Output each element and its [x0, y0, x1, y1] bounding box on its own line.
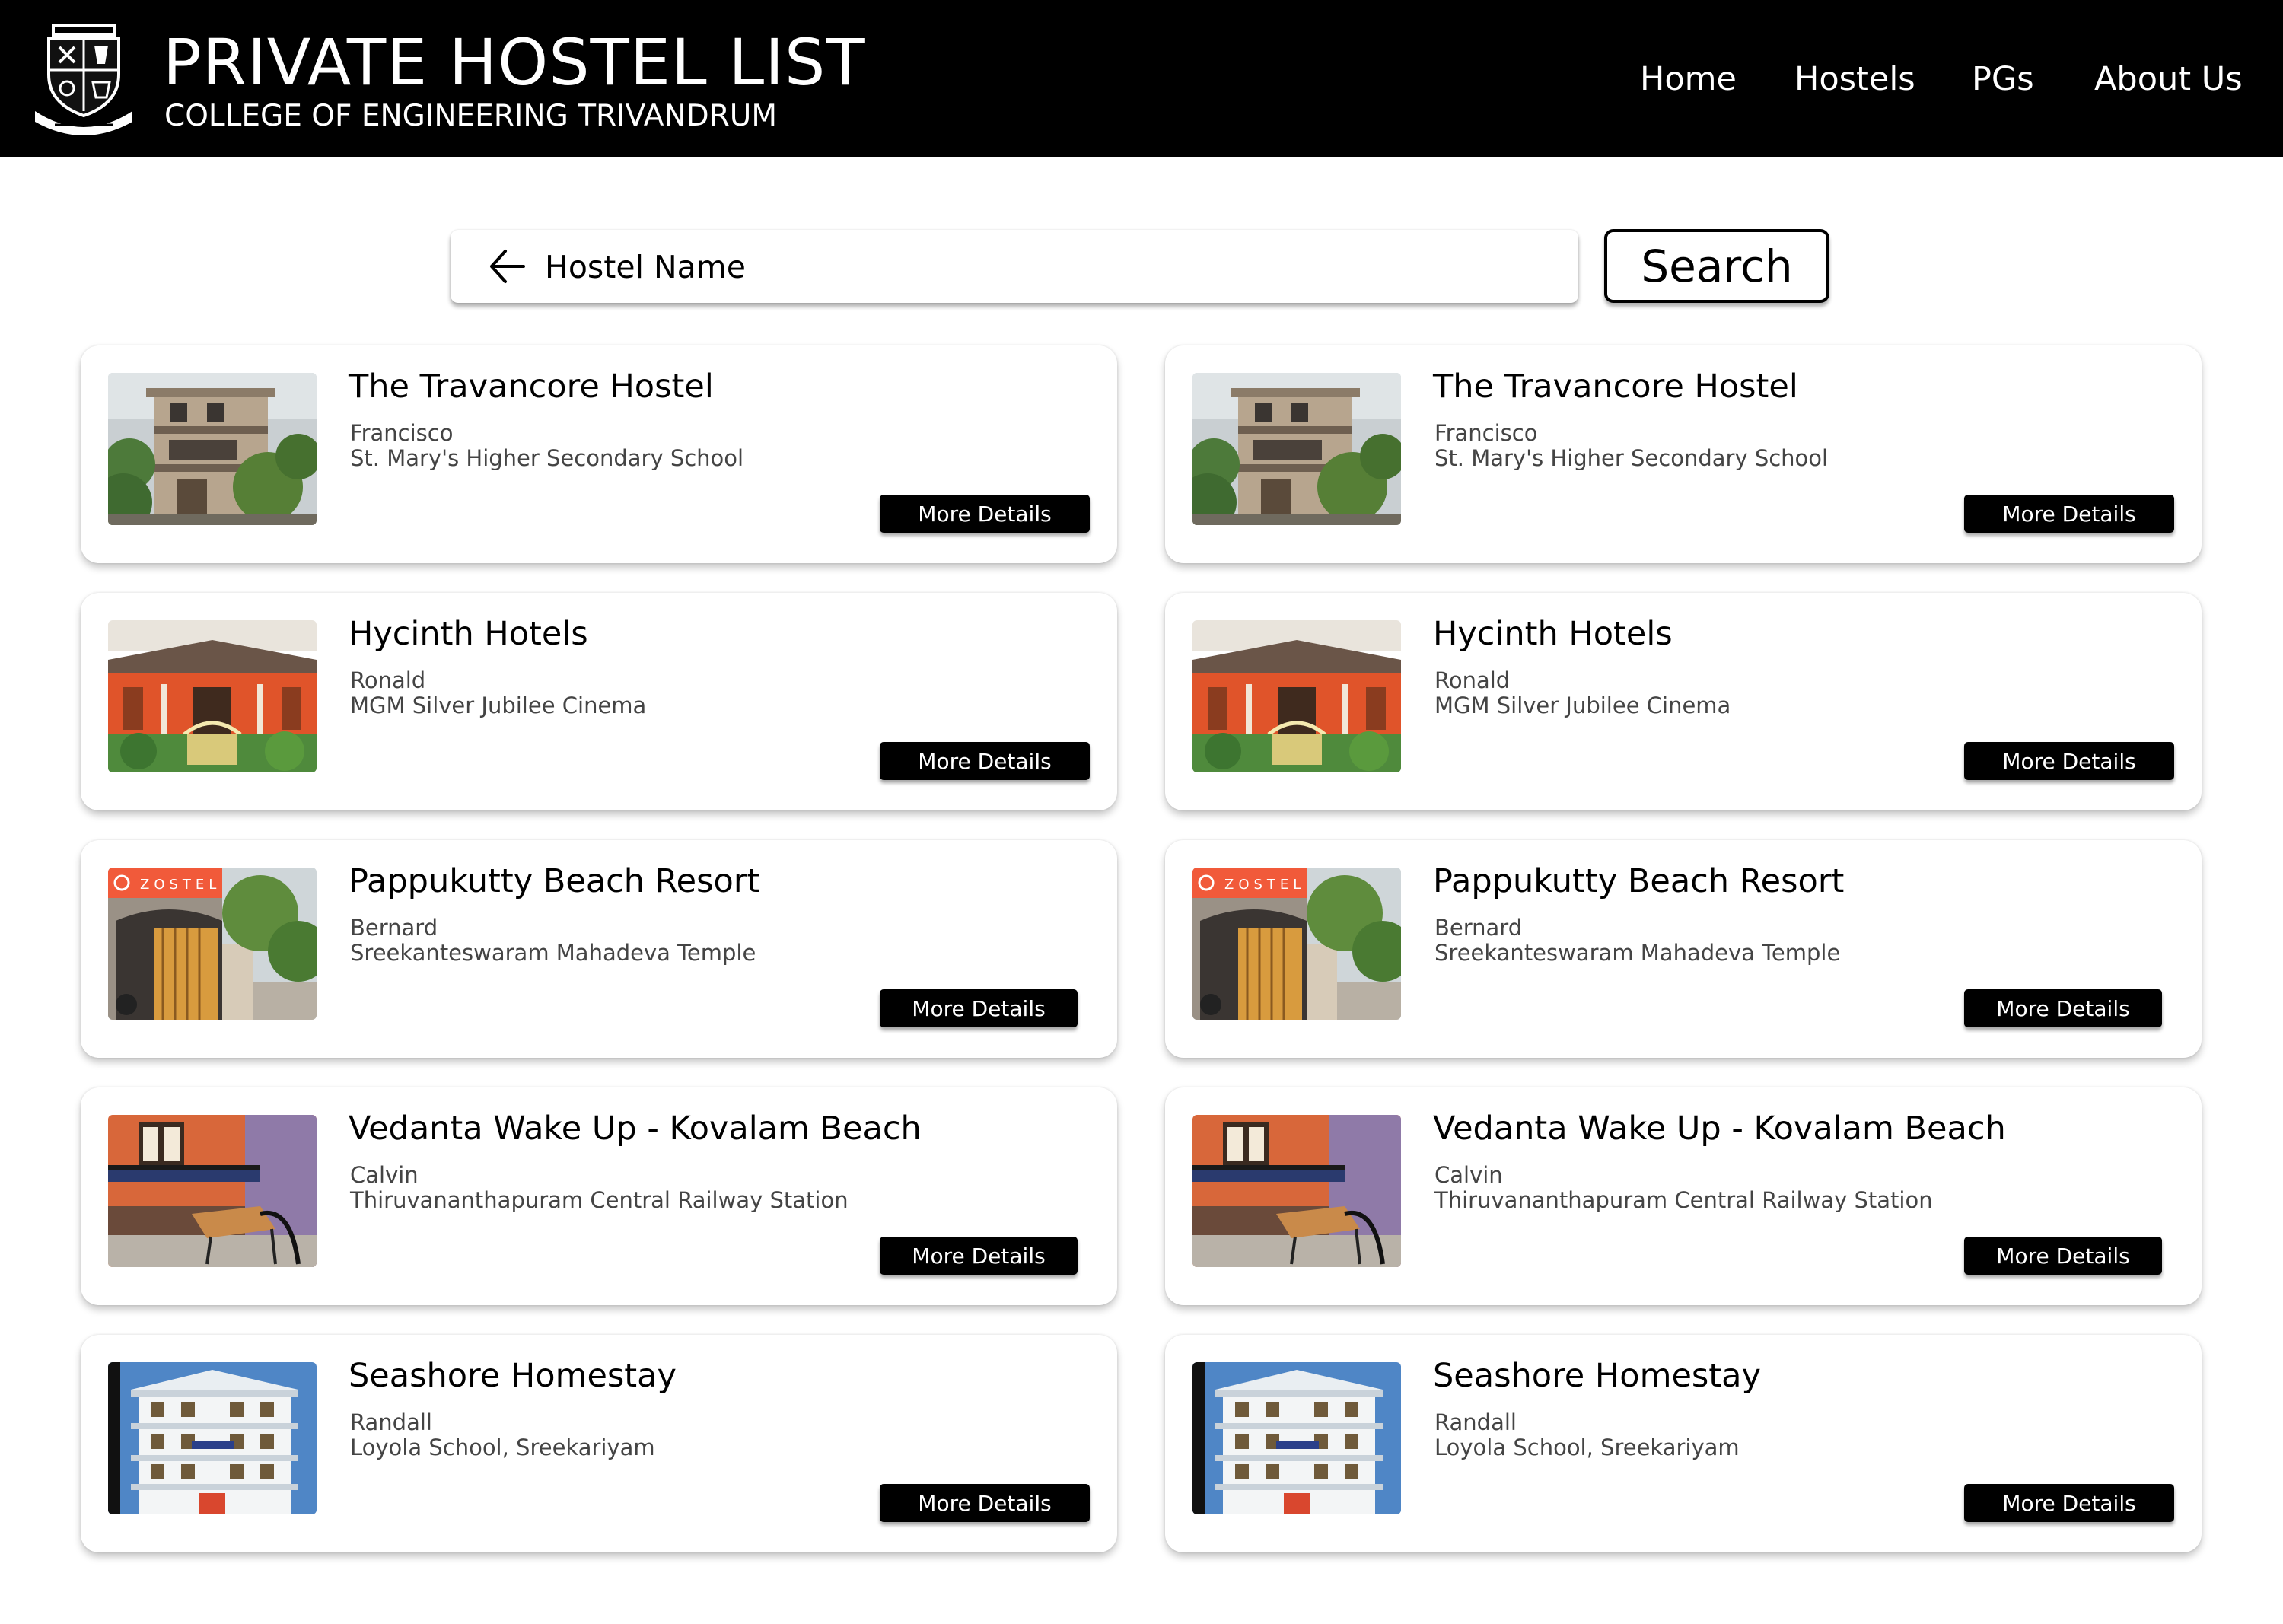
hostel-card: Hycinth Hotels Ronald MGM Silver Jubilee C…	[81, 593, 1117, 810]
hostel-owner: Bernard	[1434, 915, 1523, 941]
hostel-thumbnail[interactable]	[108, 1115, 317, 1267]
more-details-button[interactable]: More Details	[1964, 989, 2162, 1027]
hostel-name: The Travancore Hostel	[349, 368, 714, 406]
hostel-thumbnail[interactable]: ZOSTEL	[1192, 868, 1401, 1020]
hostel-name-search-input[interactable]	[543, 244, 1551, 291]
hostel-name: Hycinth Hotels	[349, 615, 588, 653]
more-details-button[interactable]: More Details	[880, 742, 1090, 780]
zostel-sign: ZOSTEL	[140, 877, 221, 893]
nav-hostels-link[interactable]: Hostels	[1794, 58, 1915, 100]
dorm-room-photo	[1192, 1115, 1401, 1267]
hostel-name: Seashore Homestay	[349, 1357, 677, 1395]
hostel-card: Vedanta Wake Up - Kovalam Beach Calvin Thi…	[81, 1087, 1117, 1305]
hostel-card: Vedanta Wake Up - Kovalam Beach Calvin Thi…	[1165, 1087, 2202, 1305]
hostel-card: ZOSTEL Pappukutty Beach Resort Bernard Sre…	[1165, 840, 2202, 1058]
hostel-landmark: MGM Silver Jubilee Cinema	[1434, 693, 1731, 718]
hostel-thumbnail[interactable]	[108, 1362, 317, 1514]
hostel-landmark: Loyola School, Sreekariyam	[1434, 1435, 1740, 1460]
more-details-button[interactable]: More Details	[880, 495, 1090, 533]
hostel-landmark: St. Mary's Higher Secondary School	[1434, 445, 1829, 471]
back-arrow-icon[interactable]	[487, 247, 527, 286]
hostel-owner: Calvin	[350, 1162, 419, 1188]
hostel-owner: Randall	[1434, 1409, 1517, 1435]
hostel-card: Hycinth Hotels Ronald MGM Silver Jubilee C…	[1165, 593, 2202, 810]
more-details-button[interactable]: More Details	[880, 989, 1078, 1027]
nav-about-us-link[interactable]: About Us	[2094, 58, 2243, 100]
hostel-landmark: St. Mary's Higher Secondary School	[350, 445, 744, 471]
hostel-owner: Bernard	[350, 915, 438, 941]
more-details-button[interactable]: More Details	[1964, 1484, 2174, 1522]
hostel-building-photo	[1192, 373, 1401, 525]
hostel-name: Pappukutty Beach Resort	[1433, 862, 1845, 900]
zostel-gate-photo: ZOSTEL	[1192, 868, 1401, 1020]
hostel-thumbnail[interactable]	[108, 373, 317, 525]
hostel-thumbnail[interactable]: ZOSTEL	[108, 868, 317, 1020]
hostel-thumbnail[interactable]	[1192, 620, 1401, 772]
orange-house-photo	[1192, 620, 1401, 772]
hostel-owner: Calvin	[1434, 1162, 1503, 1188]
hostel-thumbnail[interactable]	[1192, 373, 1401, 525]
hostel-card: Seashore Homestay Randall Loyola School, S…	[81, 1335, 1117, 1552]
hostel-landmark: MGM Silver Jubilee Cinema	[350, 693, 647, 718]
dorm-room-photo	[108, 1115, 317, 1267]
hostel-name: Pappukutty Beach Resort	[349, 862, 760, 900]
orange-house-photo	[108, 620, 317, 772]
hostel-owner: Francisco	[350, 420, 454, 446]
hostel-landmark: Loyola School, Sreekariyam	[350, 1435, 655, 1460]
search-button[interactable]: Search	[1604, 229, 1829, 303]
hostel-landmark: Thiruvananthapuram Central Railway Stati…	[1434, 1187, 1933, 1213]
hostel-card: Seashore Homestay Randall Loyola School, S…	[1165, 1335, 2202, 1552]
hostel-building-photo	[108, 373, 317, 525]
hostel-card: The Travancore Hostel Francisco St. Mary's…	[1165, 345, 2202, 563]
hostel-landmark: Sreekanteswaram Mahadeva Temple	[350, 940, 756, 966]
more-details-button[interactable]: More Details	[880, 1484, 1090, 1522]
hostel-name: Vedanta Wake Up - Kovalam Beach	[1433, 1110, 2006, 1148]
zostel-sign: ZOSTEL	[1224, 877, 1305, 893]
hostel-owner: Randall	[350, 1409, 432, 1435]
hostel-card: The Travancore Hostel Francisco St. Mary's…	[81, 345, 1117, 563]
top-navbar: PRIVATE HOSTEL LIST COLLEGE OF ENGINEERI…	[0, 0, 2283, 157]
hostel-landmark: Thiruvananthapuram Central Railway Stati…	[350, 1187, 849, 1213]
hostel-name: Hycinth Hotels	[1433, 615, 1673, 653]
more-details-button[interactable]: More Details	[1964, 1237, 2162, 1275]
nav-pgs-link[interactable]: PGs	[1972, 58, 2034, 100]
nav-home-link[interactable]: Home	[1640, 58, 1737, 100]
hostel-name: Seashore Homestay	[1433, 1357, 1761, 1395]
hostel-landmark: Sreekanteswaram Mahadeva Temple	[1434, 940, 1841, 966]
more-details-button[interactable]: More Details	[1964, 495, 2174, 533]
hostel-owner: Ronald	[350, 667, 426, 693]
hostel-owner: Ronald	[1434, 667, 1511, 693]
hostel-thumbnail[interactable]	[1192, 1362, 1401, 1514]
zostel-gate-photo: ZOSTEL	[108, 868, 317, 1020]
white-building-photo	[1192, 1362, 1401, 1514]
search-bar	[451, 230, 1578, 303]
hostel-owner: Francisco	[1434, 420, 1538, 446]
hostel-card: ZOSTEL Pappukutty Beach Resort Bernard Sre…	[81, 840, 1117, 1058]
hostel-thumbnail[interactable]	[1192, 1115, 1401, 1267]
site-title: PRIVATE HOSTEL LIST	[163, 25, 866, 100]
more-details-button[interactable]: More Details	[880, 1237, 1078, 1275]
white-building-photo	[108, 1362, 317, 1514]
hostel-thumbnail[interactable]	[108, 620, 317, 772]
site-subtitle: COLLEGE OF ENGINEERING TRIVANDRUM	[164, 99, 777, 133]
hostel-name: The Travancore Hostel	[1433, 368, 1798, 406]
more-details-button[interactable]: More Details	[1964, 742, 2174, 780]
hostel-name: Vedanta Wake Up - Kovalam Beach	[349, 1110, 922, 1148]
college-crest-logo[interactable]	[32, 21, 135, 135]
